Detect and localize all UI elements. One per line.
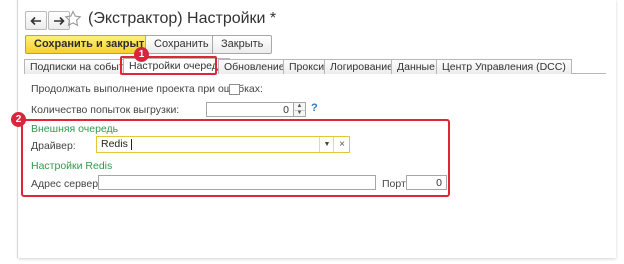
tab-proxy[interactable]: Прокси xyxy=(283,59,331,74)
tab-data[interactable]: Данные xyxy=(391,59,441,74)
retry-count-input[interactable]: 0 xyxy=(206,102,294,117)
tab-logging[interactable]: Логирование xyxy=(324,59,399,74)
driver-value: Redis xyxy=(101,138,128,150)
server-address-label: Адрес сервера: xyxy=(31,178,107,190)
help-icon[interactable]: ? xyxy=(311,102,318,114)
window-title: (Экстрактор) Настройки * xyxy=(88,10,277,27)
retry-count-stepper[interactable]: ▲ ▼ xyxy=(294,102,306,117)
port-label: Порт: xyxy=(382,178,409,190)
text-caret xyxy=(131,139,132,150)
stepper-down-icon[interactable]: ▼ xyxy=(294,110,305,117)
server-address-input[interactable] xyxy=(98,175,376,190)
clear-icon[interactable]: × xyxy=(333,137,350,152)
driver-label: Драйвер: xyxy=(31,140,76,152)
annotation-badge-1: 1 xyxy=(134,47,149,62)
chevron-down-icon[interactable]: ▼ xyxy=(319,137,334,152)
favorite-star-icon[interactable] xyxy=(64,10,82,28)
driver-select[interactable]: Redis ▼ × xyxy=(96,136,350,153)
save-button[interactable]: Сохранить xyxy=(145,35,218,54)
port-input[interactable]: 0 xyxy=(406,175,447,190)
tab-updates[interactable]: Обновление xyxy=(218,59,291,74)
back-button[interactable] xyxy=(25,11,47,30)
continue-on-error-checkbox[interactable] xyxy=(229,84,240,95)
tab-control-center[interactable]: Центр Управления (DCC) xyxy=(436,59,572,74)
redis-settings-header: Настройки Redis xyxy=(31,160,113,172)
external-queue-header: Внешняя очередь xyxy=(31,123,119,135)
retry-count-label: Количество попыток выгрузки: xyxy=(31,104,180,116)
annotation-badge-2: 2 xyxy=(11,112,26,127)
arrow-left-icon xyxy=(30,16,41,25)
close-button[interactable]: Закрыть xyxy=(212,35,273,54)
